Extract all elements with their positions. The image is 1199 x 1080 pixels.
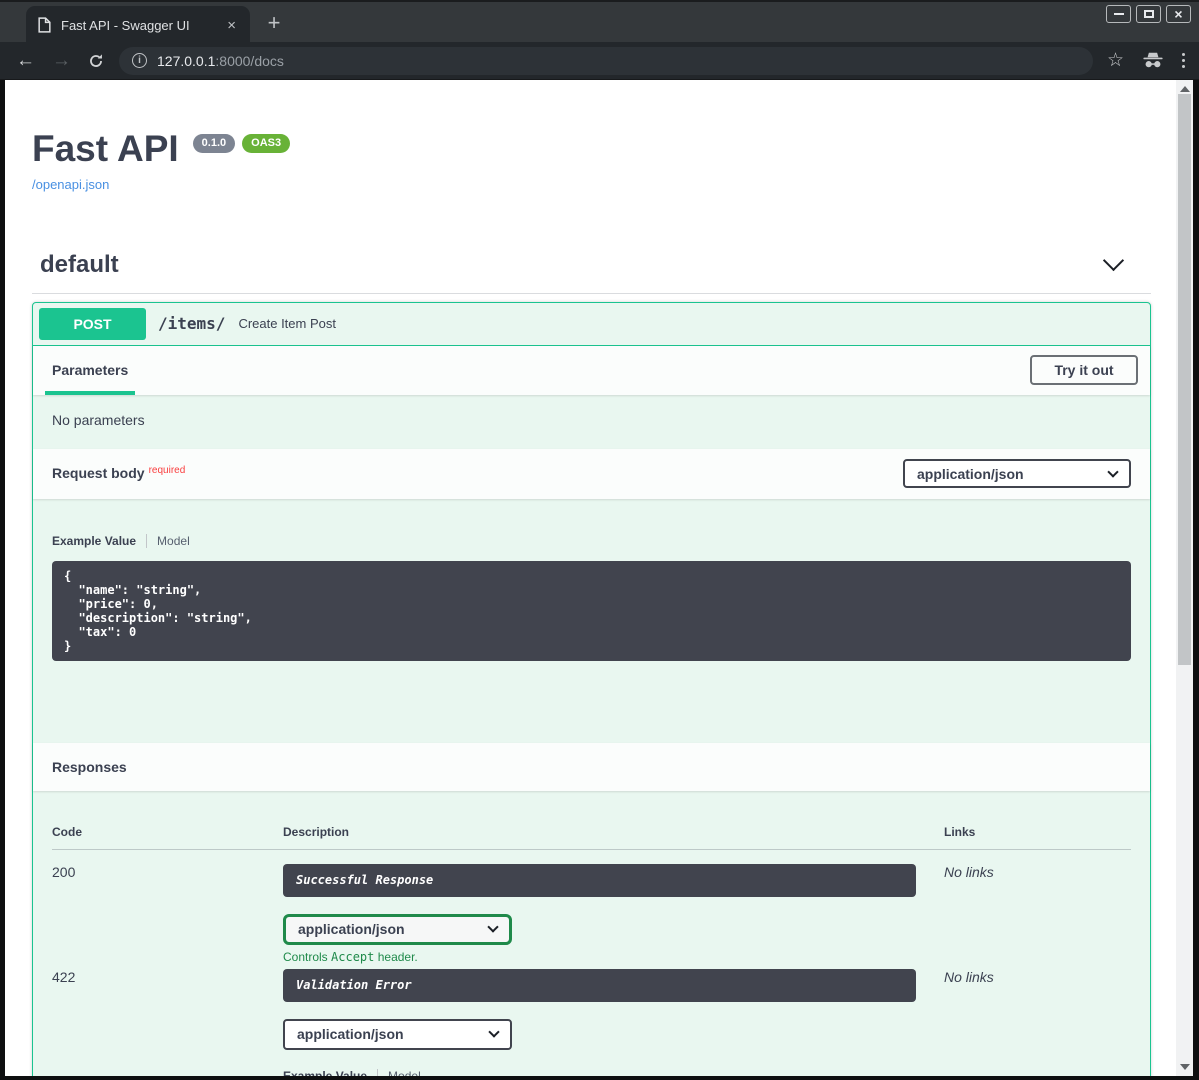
maximize-button[interactable] <box>1136 5 1161 23</box>
controls-accept-note: Controls Accept header. <box>283 950 944 964</box>
response-code: 200 <box>52 864 283 964</box>
response-content-type-value: application/json <box>298 921 405 937</box>
response-links: No links <box>944 864 1131 964</box>
tab-model[interactable]: Model <box>157 534 190 548</box>
responses-header-strip: Responses <box>33 743 1150 791</box>
response-row-422: 422 Validation Error application/json Ex… <box>52 964 1131 1076</box>
responses-table: Code Description Links 200 Successful Re… <box>33 791 1150 1076</box>
response-links: No links <box>944 969 1131 1076</box>
required-label: required <box>149 465 186 476</box>
scrollbar-thumb[interactable] <box>1178 94 1191 665</box>
close-icon: × <box>1174 7 1182 21</box>
operation-summary[interactable]: POST /items/ Create Item Post <box>33 303 1150 346</box>
chevron-down-icon[interactable] <box>1103 250 1124 271</box>
scrollbar-up-arrow-icon[interactable] <box>1180 86 1190 92</box>
url-text: 127.0.0.1:8000/docs <box>157 53 284 69</box>
tab-example-value[interactable]: Example Value <box>52 534 136 548</box>
chevron-down-icon <box>487 922 498 933</box>
tab-example-value[interactable]: Example Value <box>283 1069 367 1076</box>
operation-path: /items/ <box>158 314 225 333</box>
close-button[interactable]: × <box>1166 5 1191 23</box>
page-content: Fast API 0.1.0 OAS3 /openapi.json defaul… <box>5 80 1176 1076</box>
responses-title: Responses <box>52 759 127 775</box>
tab-separator <box>146 534 147 548</box>
request-body-label: Request body <box>52 465 145 481</box>
response-content-type-select[interactable]: application/json <box>283 914 512 945</box>
bookmark-star-icon[interactable]: ☆ <box>1107 49 1124 72</box>
minimize-button[interactable] <box>1106 5 1131 23</box>
request-body-content: Example Value Model { "name": "string", … <box>33 534 1150 661</box>
title-bar: Fast API - Swagger UI × + × <box>0 0 1199 42</box>
example-json-code: { "name": "string", "price": 0, "descrip… <box>52 561 1131 661</box>
oas3-badge: OAS3 <box>242 134 290 153</box>
new-tab-button[interactable]: + <box>260 10 288 38</box>
try-it-out-button[interactable]: Try it out <box>1030 355 1138 385</box>
tab-parameters[interactable]: Parameters <box>45 346 135 395</box>
column-code: Code <box>52 825 283 839</box>
scrollbar-down-arrow-icon[interactable] <box>1180 1064 1190 1070</box>
api-info: Fast API 0.1.0 OAS3 /openapi.json <box>32 129 1151 194</box>
incognito-icon <box>1142 52 1164 69</box>
reload-icon[interactable] <box>87 52 105 70</box>
parameters-header-strip: Parameters Try it out <box>33 346 1150 395</box>
version-badge: 0.1.0 <box>193 134 235 153</box>
site-info-icon[interactable]: i <box>132 53 147 68</box>
response-content-type-value: application/json <box>297 1026 404 1042</box>
forward-icon[interactable]: → <box>52 51 71 70</box>
operation-description: Create Item Post <box>238 316 336 331</box>
accept-header-code: Accept <box>331 950 374 964</box>
column-description: Description <box>283 825 944 839</box>
no-parameters-text: No parameters <box>33 395 1150 449</box>
request-content-type-select[interactable]: application/json <box>903 459 1131 488</box>
url-host: 127.0.0.1 <box>157 53 215 69</box>
column-links: Links <box>944 825 1131 839</box>
chevron-down-icon <box>1107 466 1118 477</box>
window-controls: × <box>1106 5 1191 23</box>
method-badge: POST <box>39 308 146 340</box>
response-description-box: Successful Response <box>283 864 916 897</box>
openapi-spec-link[interactable]: /openapi.json <box>32 177 109 192</box>
operation-block: POST /items/ Create Item Post Parameters… <box>32 302 1151 1076</box>
tab-model[interactable]: Model <box>388 1069 421 1076</box>
tab-close-icon[interactable]: × <box>225 18 238 33</box>
browser-window: Fast API - Swagger UI × + × ← → i 127.0.… <box>0 0 1199 1080</box>
request-body-strip: Request body required application/json <box>33 449 1150 499</box>
back-icon[interactable]: ← <box>16 51 35 70</box>
page-file-icon <box>38 17 51 33</box>
response-content-type-select[interactable]: application/json <box>283 1019 512 1050</box>
address-bar[interactable]: i 127.0.0.1:8000/docs <box>119 47 1093 75</box>
minimize-icon <box>1114 13 1124 15</box>
response-description-box: Validation Error <box>283 969 916 1002</box>
tag-section-header[interactable]: default <box>32 251 1151 294</box>
page-title: Fast API <box>32 129 179 170</box>
url-path: :8000/docs <box>215 53 284 69</box>
response-code: 422 <box>52 969 283 1076</box>
maximize-icon <box>1144 10 1154 18</box>
browser-toolbar: ← → i 127.0.0.1:8000/docs ☆ <box>0 42 1199 80</box>
menu-dots-icon[interactable] <box>1182 53 1185 68</box>
tab-title: Fast API - Swagger UI <box>61 18 225 33</box>
response-row-200: 200 Successful Response application/json… <box>52 850 1131 964</box>
page-scrollbar[interactable] <box>1176 80 1193 1076</box>
tab-separator <box>377 1069 378 1076</box>
chevron-down-icon <box>488 1027 499 1038</box>
tag-title: default <box>40 251 119 279</box>
browser-tab[interactable]: Fast API - Swagger UI × <box>26 6 250 44</box>
request-content-type-value: application/json <box>917 466 1024 482</box>
